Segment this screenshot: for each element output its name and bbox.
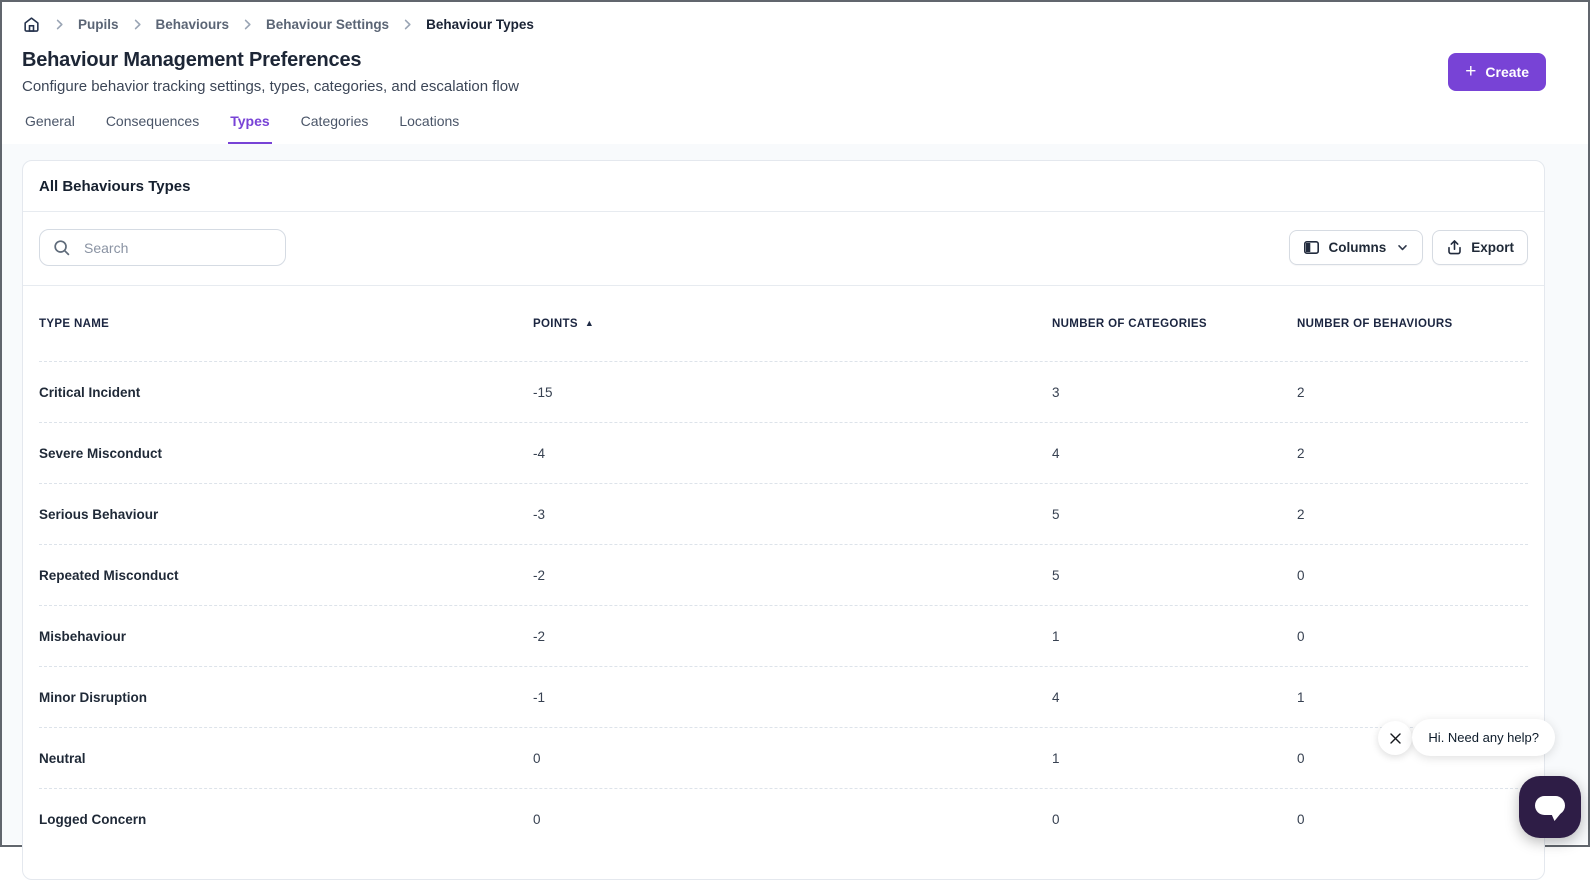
home-icon[interactable] <box>22 15 41 34</box>
columns-button[interactable]: Columns <box>1289 230 1424 265</box>
cell-number-of-behaviours: 0 <box>1297 628 1305 644</box>
table-row[interactable]: Minor Disruption -1 4 1 <box>39 666 1528 727</box>
column-header-points[interactable]: POINTS ▲ <box>533 318 1052 330</box>
cell-number-of-categories: 0 <box>1052 811 1060 827</box>
search-input[interactable] <box>84 239 273 256</box>
chat-message-text: Hi. Need any help? <box>1428 730 1539 745</box>
chat-message-bubble[interactable]: Hi. Need any help? <box>1412 719 1555 756</box>
chevron-right-icon <box>240 17 255 32</box>
table-row[interactable]: Severe Misconduct -4 4 2 <box>39 422 1528 483</box>
close-icon <box>1388 731 1403 746</box>
content-area: All Behaviours Types Columns <box>2 144 1588 880</box>
cell-number-of-behaviours: 0 <box>1297 811 1305 827</box>
column-header-type-name[interactable]: TYPE NAME <box>39 318 533 330</box>
chevron-right-icon <box>52 17 67 32</box>
cell-type-name: Misbehaviour <box>39 628 127 644</box>
cell-type-name: Repeated Misconduct <box>39 567 179 583</box>
tab-categories[interactable]: Categories <box>299 113 371 144</box>
page-title: Behaviour Management Preferences <box>22 49 362 71</box>
cell-points: -4 <box>533 445 546 461</box>
cell-number-of-behaviours: 0 <box>1297 567 1305 583</box>
chat-icon <box>1530 787 1570 827</box>
columns-button-label: Columns <box>1328 240 1387 255</box>
cell-points: -1 <box>533 689 546 705</box>
cell-number-of-categories: 5 <box>1052 567 1060 583</box>
behaviour-types-card: All Behaviours Types Columns <box>22 160 1545 880</box>
cell-number-of-behaviours: 2 <box>1297 445 1305 461</box>
breadcrumb-link-behaviours[interactable]: Behaviours <box>156 17 230 32</box>
behaviour-types-table: TYPE NAME POINTS ▲ NUMBER OF CATEGORIES … <box>23 286 1544 849</box>
tab-types[interactable]: Types <box>228 113 272 144</box>
cell-number-of-categories: 3 <box>1052 384 1060 400</box>
cell-number-of-categories: 4 <box>1052 689 1060 705</box>
cell-points: 0 <box>533 811 541 827</box>
chat-close-button[interactable] <box>1378 721 1412 755</box>
column-header-number-of-categories[interactable]: NUMBER OF CATEGORIES <box>1052 318 1297 330</box>
search-box[interactable] <box>39 229 286 266</box>
cell-points: -3 <box>533 506 546 522</box>
sort-ascending-icon: ▲ <box>584 318 595 328</box>
table-row[interactable]: Neutral 0 1 0 <box>39 727 1528 788</box>
cell-points: -2 <box>533 567 546 583</box>
breadcrumb-link-behaviour-settings[interactable]: Behaviour Settings <box>266 17 389 32</box>
chevron-right-icon <box>400 17 415 32</box>
columns-icon <box>1303 239 1320 256</box>
cell-type-name: Neutral <box>39 750 86 766</box>
breadcrumb: Pupils Behaviours Behaviour Settings Beh… <box>22 11 1546 37</box>
export-button[interactable]: Export <box>1432 230 1528 265</box>
cell-points: -15 <box>533 384 553 400</box>
page-subtitle: Configure behavior tracking settings, ty… <box>22 78 519 95</box>
table-header-row: TYPE NAME POINTS ▲ NUMBER OF CATEGORIES … <box>39 286 1528 361</box>
tab-locations[interactable]: Locations <box>397 113 461 144</box>
tabs: General Consequences Types Categories Lo… <box>22 113 1546 144</box>
table-row[interactable]: Repeated Misconduct -2 5 0 <box>39 544 1528 605</box>
cell-number-of-categories: 1 <box>1052 750 1060 766</box>
cell-number-of-behaviours: 2 <box>1297 384 1305 400</box>
tab-consequences[interactable]: Consequences <box>104 113 201 144</box>
cell-type-name: Logged Concern <box>39 811 147 827</box>
create-button-label: Create <box>1485 64 1529 80</box>
cell-number-of-categories: 4 <box>1052 445 1060 461</box>
page-header: Pupils Behaviours Behaviour Settings Beh… <box>2 2 1588 144</box>
table-row[interactable]: Misbehaviour -2 1 0 <box>39 605 1528 666</box>
cell-number-of-behaviours: 2 <box>1297 506 1305 522</box>
cell-type-name: Critical Incident <box>39 384 141 400</box>
export-icon <box>1446 239 1463 256</box>
table-row[interactable]: Serious Behaviour -3 5 2 <box>39 483 1528 544</box>
export-button-label: Export <box>1471 240 1514 255</box>
column-header-number-of-behaviours[interactable]: NUMBER OF BEHAVIOURS <box>1297 318 1528 330</box>
chat-launcher-button[interactable] <box>1519 776 1581 838</box>
cell-points: 0 <box>533 750 541 766</box>
table-body: Critical Incident -15 3 2 Severe Misconduct -… <box>39 361 1528 849</box>
plus-icon: + <box>1465 60 1477 82</box>
card-title: All Behaviours Types <box>39 178 191 195</box>
cell-type-name: Serious Behaviour <box>39 506 159 522</box>
cell-number-of-categories: 1 <box>1052 628 1060 644</box>
search-icon <box>52 238 72 258</box>
breadcrumb-link-pupils[interactable]: Pupils <box>78 17 119 32</box>
cell-type-name: Minor Disruption <box>39 689 147 705</box>
tab-general[interactable]: General <box>23 113 77 144</box>
table-row[interactable]: Critical Incident -15 3 2 <box>39 361 1528 422</box>
cell-number-of-behaviours: 1 <box>1297 689 1305 705</box>
cell-number-of-categories: 5 <box>1052 506 1060 522</box>
cell-points: -2 <box>533 628 546 644</box>
chevron-right-icon <box>130 17 145 32</box>
cell-type-name: Severe Misconduct <box>39 445 163 461</box>
breadcrumb-current: Behaviour Types <box>426 16 534 32</box>
create-button[interactable]: + Create <box>1448 53 1546 91</box>
chevron-down-icon <box>1396 241 1409 254</box>
table-row[interactable]: Logged Concern 0 0 0 <box>39 788 1528 849</box>
